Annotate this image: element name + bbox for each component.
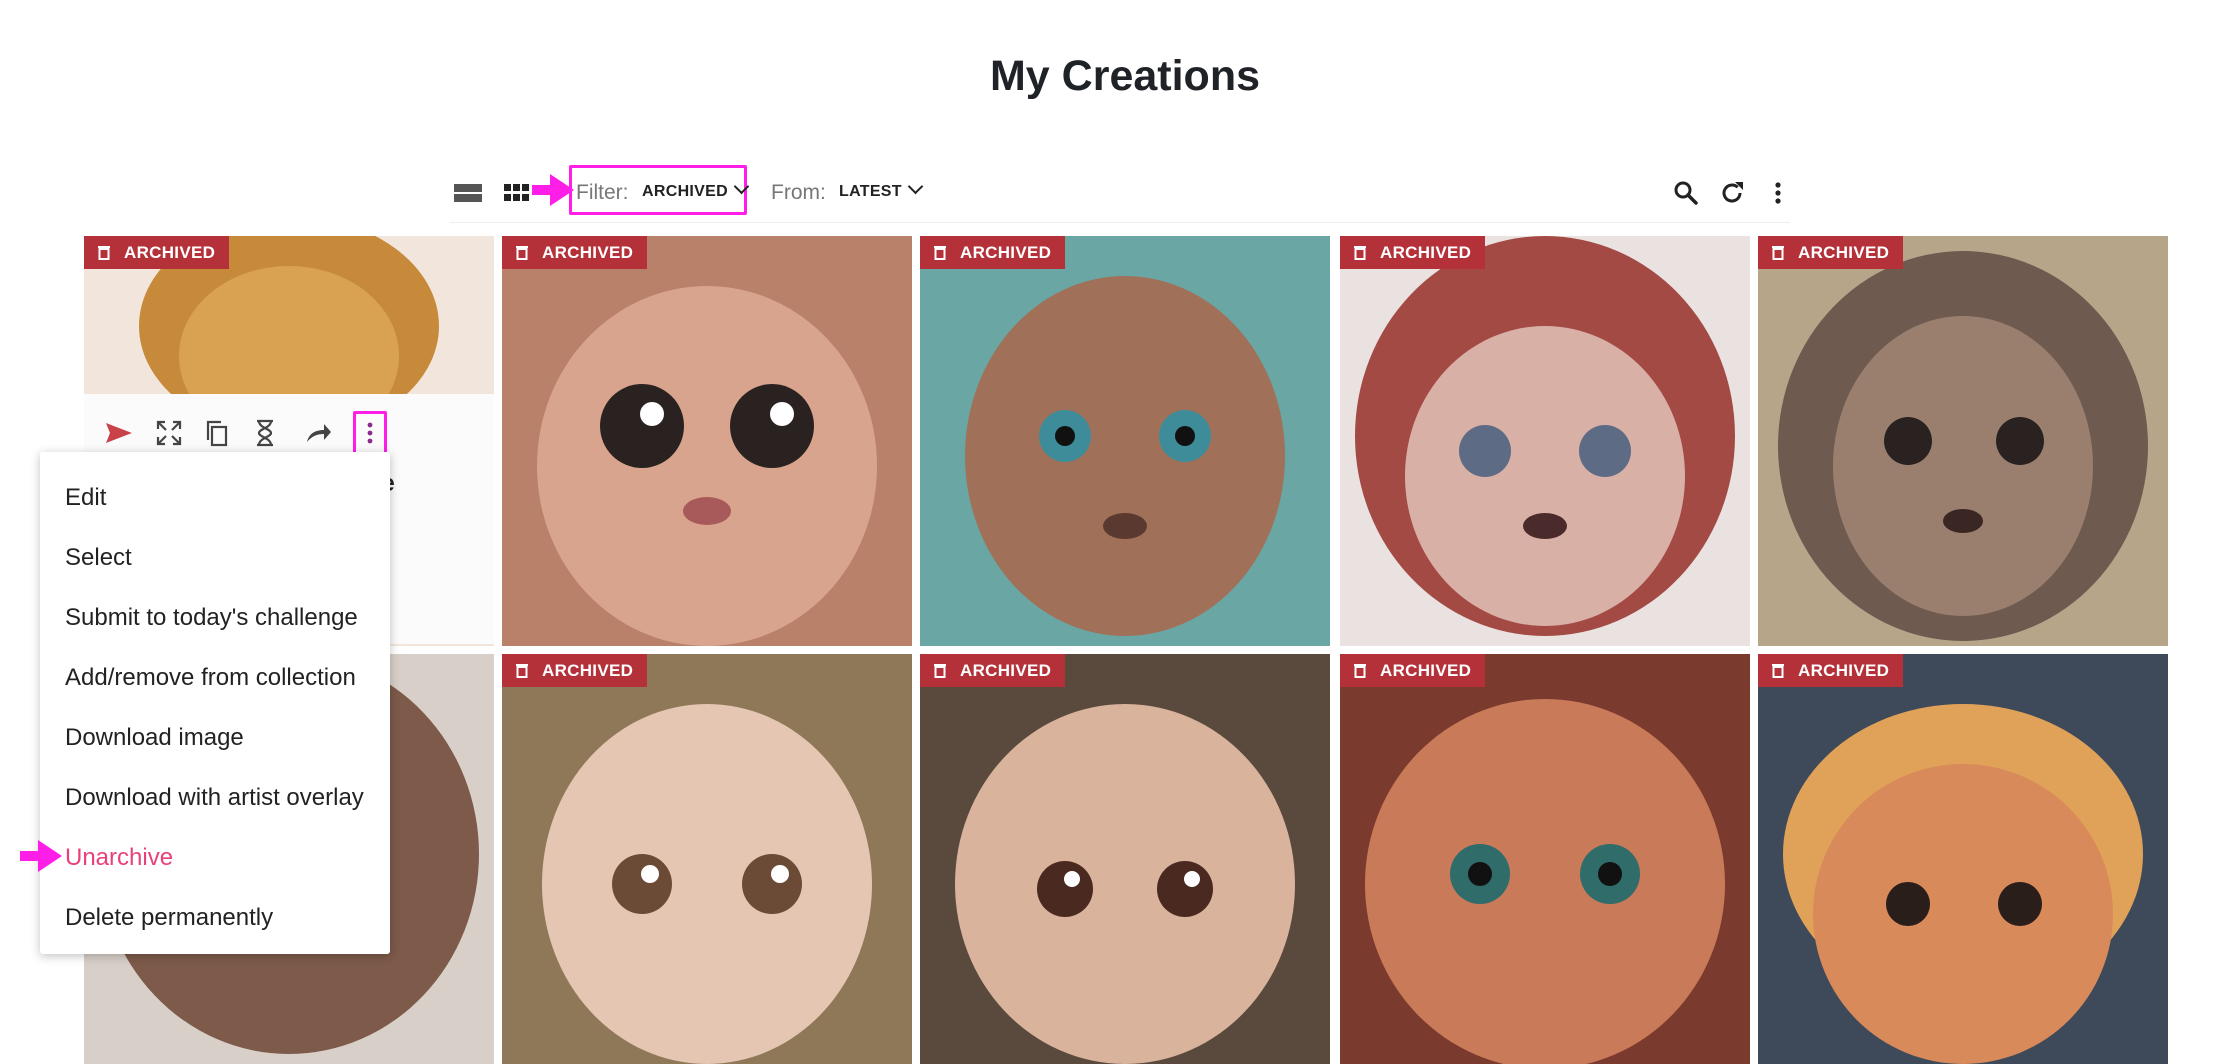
- menu-item-download-image[interactable]: Download image: [65, 724, 244, 752]
- from-label: From:: [771, 181, 826, 204]
- lion-cub-image: [1758, 236, 2168, 646]
- archived-badge: ARCHIVED: [84, 236, 230, 269]
- archived-label: ARCHIVED: [1380, 243, 1472, 262]
- archived-badge: ARCHIVED: [1758, 236, 1904, 269]
- archived-badge: ARCHIVED: [1758, 654, 1904, 687]
- menu-item-submit-challenge[interactable]: Submit to today's challenge: [65, 604, 358, 632]
- archived-badge: ARCHIVED: [920, 654, 1066, 687]
- filter-value[interactable]: ARCHIVED: [642, 178, 750, 201]
- lion-cub-image: [1340, 236, 1750, 646]
- archived-badge: ARCHIVED: [1340, 654, 1486, 687]
- lion-cub-image: [920, 236, 1330, 646]
- menu-item-download-artist-overlay[interactable]: Download with artist overlay: [65, 784, 364, 812]
- menu-item-add-remove-collection[interactable]: Add/remove from collection: [65, 664, 356, 692]
- archived-label: ARCHIVED: [542, 243, 634, 262]
- context-menu: Edit Select Submit to today's challenge …: [40, 452, 390, 954]
- list-view-icon[interactable]: [453, 178, 483, 208]
- archived-label: ARCHIVED: [960, 661, 1052, 680]
- archived-badge: ARCHIVED: [920, 236, 1066, 269]
- grid-view-icon[interactable]: [502, 178, 532, 208]
- trash-icon: [98, 246, 110, 260]
- creation-tile[interactable]: ARCHIVED: [1758, 654, 2168, 1064]
- menu-item-select[interactable]: Select: [65, 544, 132, 572]
- trash-icon: [516, 246, 528, 260]
- trash-icon: [516, 664, 528, 678]
- lion-cub-image: [920, 654, 1330, 1064]
- trash-icon: [934, 246, 946, 260]
- lion-cub-image: [1758, 654, 2168, 1064]
- share-icon[interactable]: [303, 418, 333, 448]
- creation-tile[interactable]: ARCHIVED: [502, 236, 912, 646]
- from-dropdown[interactable]: LATEST: [839, 178, 924, 201]
- refresh-icon[interactable]: [1717, 178, 1747, 208]
- creation-tile[interactable]: ARCHIVED: [1758, 236, 2168, 646]
- trash-icon: [1772, 246, 1784, 260]
- trash-icon: [1354, 246, 1366, 260]
- creation-tile[interactable]: ARCHIVED: [1340, 236, 1750, 646]
- trash-icon: [934, 664, 946, 678]
- creation-tile[interactable]: ARCHIVED: [920, 236, 1330, 646]
- send-icon[interactable]: [104, 418, 134, 448]
- page-title: My Creations: [989, 52, 1260, 100]
- archived-badge: ARCHIVED: [502, 654, 648, 687]
- lion-cub-image: [1340, 654, 1750, 1064]
- search-icon[interactable]: [1671, 178, 1701, 208]
- menu-item-edit[interactable]: Edit: [65, 484, 106, 512]
- expand-icon[interactable]: [154, 418, 184, 448]
- archived-label: ARCHIVED: [1798, 661, 1890, 680]
- trash-icon: [1354, 664, 1366, 678]
- archived-label: ARCHIVED: [542, 661, 634, 680]
- archived-badge: ARCHIVED: [1340, 236, 1486, 269]
- more-vertical-icon[interactable]: [1763, 178, 1793, 208]
- menu-item-unarchive[interactable]: Unarchive: [65, 844, 173, 872]
- from-value-text: LATEST: [839, 183, 902, 200]
- annotation-arrow-icon: [532, 174, 574, 206]
- lion-cub-image: [502, 236, 912, 646]
- lion-cub-image: [502, 654, 912, 1064]
- menu-item-delete-permanently[interactable]: Delete permanently: [65, 904, 273, 932]
- archived-label: ARCHIVED: [1380, 661, 1472, 680]
- archived-badge: ARCHIVED: [502, 236, 648, 269]
- archived-label: ARCHIVED: [1798, 243, 1890, 262]
- creation-tile[interactable]: ARCHIVED: [920, 654, 1330, 1064]
- trash-icon: [1772, 664, 1784, 678]
- annotation-arrow-icon: [20, 840, 62, 872]
- hourglass-icon[interactable]: [250, 418, 280, 448]
- copy-icon[interactable]: [202, 418, 232, 448]
- filter-label: Filter:: [576, 181, 629, 204]
- more-vertical-icon[interactable]: [355, 418, 385, 448]
- archived-label: ARCHIVED: [960, 243, 1052, 262]
- filter-value-text: ARCHIVED: [642, 183, 728, 200]
- archived-label: ARCHIVED: [124, 243, 216, 262]
- creation-tile[interactable]: ARCHIVED: [502, 654, 912, 1064]
- creation-tile[interactable]: ARCHIVED: [1340, 654, 1750, 1064]
